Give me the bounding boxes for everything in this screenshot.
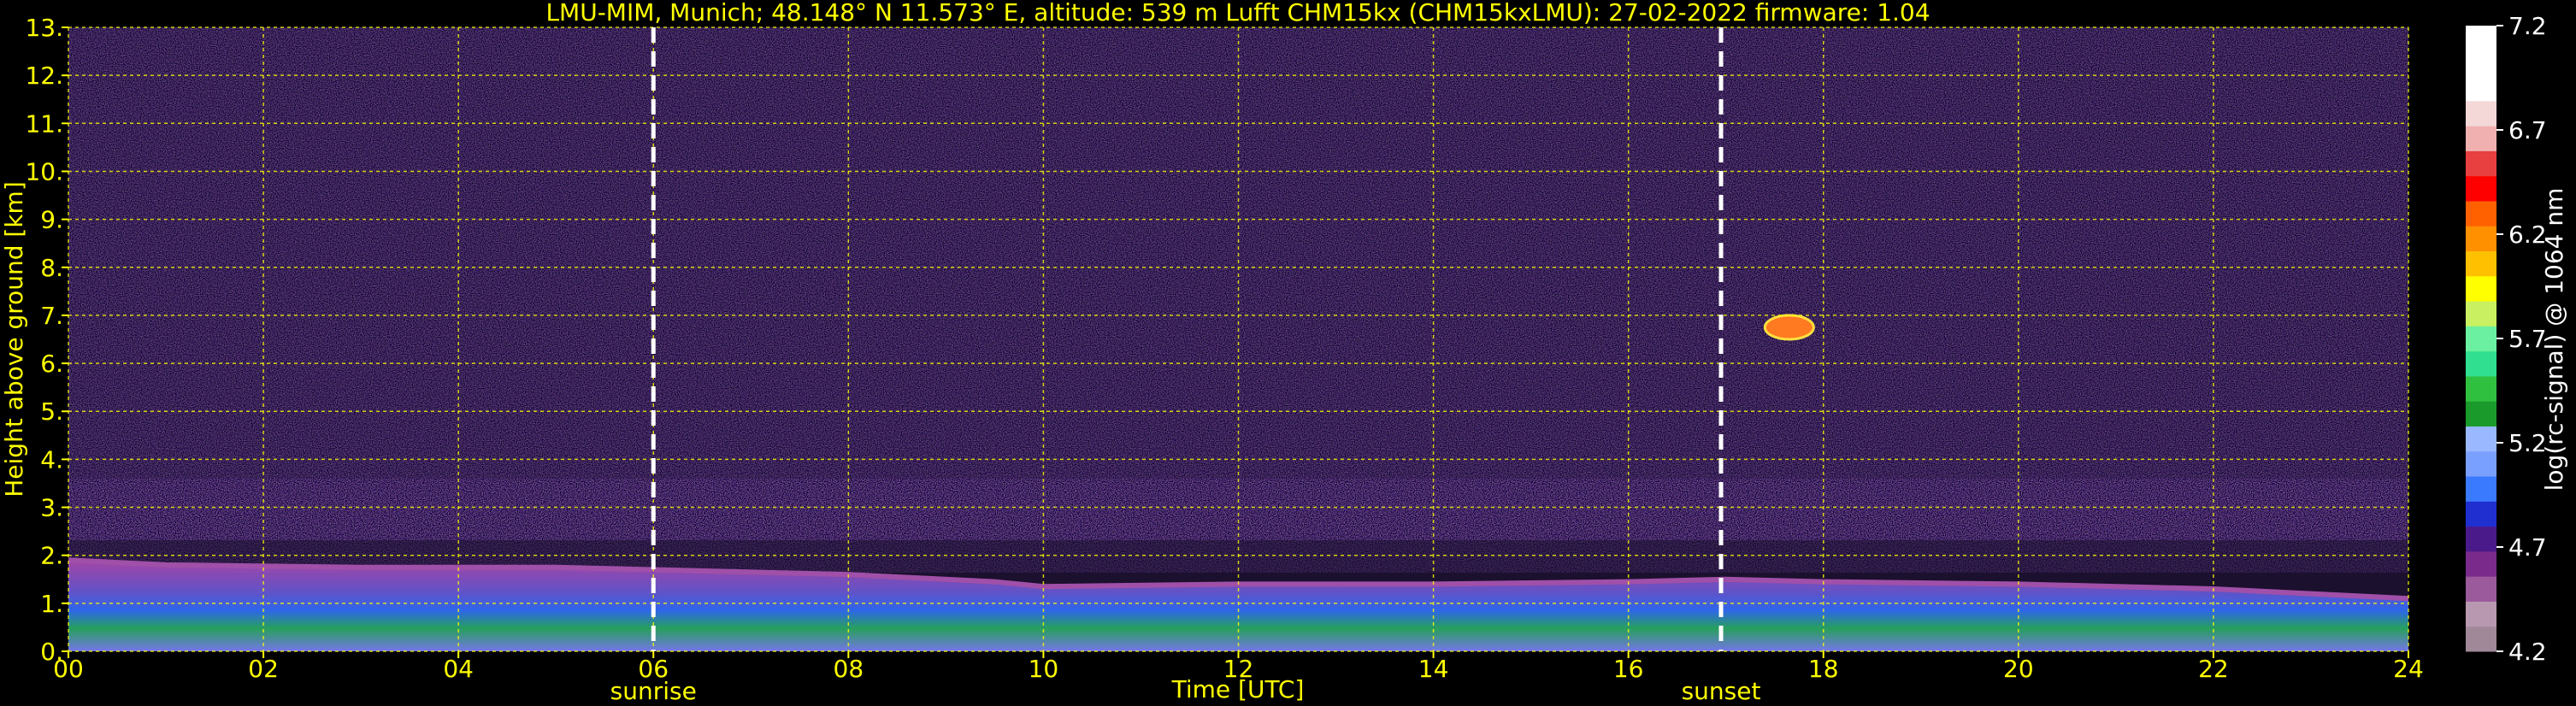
- lidar-ceilometer-plot: sunrise sunset 00 02 04 06 08 10 12 14 16 18 20 22 24…: [0, 0, 2568, 705]
- x-tick-label: 16: [1613, 655, 1644, 683]
- colorbar-segment: [2466, 576, 2496, 602]
- colorbar-segment: [2466, 501, 2496, 527]
- colorbar-segment: [2466, 301, 2496, 327]
- colorbar-segment: [2466, 275, 2496, 302]
- y-tick-label: 13.: [25, 14, 63, 42]
- y-axis-label: Height above ground [km]: [0, 181, 28, 497]
- colorbar-segment: [2466, 350, 2496, 377]
- colorbar-segment: [2466, 200, 2496, 227]
- x-tick-label: 08: [834, 655, 864, 683]
- colorbar-segment: [2466, 150, 2496, 177]
- colorbar-tick-label: 6.7: [2508, 116, 2547, 144]
- colorbar-segment: [2466, 26, 2496, 51]
- y-tick-label: 1.: [40, 590, 63, 618]
- x-tick-label: 18: [1808, 655, 1839, 683]
- colorbar-segment: [2466, 476, 2496, 502]
- colorbar-label: log(rc-signal) @ 1064 nm: [2540, 188, 2568, 491]
- x-tick-label: 20: [2003, 655, 2034, 683]
- y-tick-label: 10.: [25, 157, 63, 185]
- colorbar-segment: [2466, 526, 2496, 552]
- colorbar-segment: [2466, 75, 2496, 102]
- colorbar-tick-label: 4.7: [2508, 533, 2547, 562]
- y-tick-label: 4.: [40, 445, 63, 474]
- y-tick-label: 7.: [40, 302, 63, 330]
- colorbar-segment: [2466, 226, 2496, 252]
- colorbar-segment: [2466, 250, 2496, 277]
- y-tick-label: 12.: [25, 62, 63, 90]
- y-tick-label: 9.: [40, 206, 63, 234]
- colorbar-segment: [2466, 601, 2496, 627]
- y-tick-label: 0.: [40, 638, 63, 666]
- colorbar-tick-label: 4.2: [2508, 638, 2547, 666]
- marker-label: sunset: [1682, 677, 1761, 705]
- colorbar-segment: [2466, 401, 2496, 427]
- x-axis-label: Time [UTC]: [1171, 675, 1305, 703]
- colorbar-tick-label: 7.2: [2508, 12, 2547, 40]
- y-tick-label: 11.: [25, 109, 63, 138]
- x-tick-label: 06: [638, 655, 669, 683]
- colorbar-segment: [2466, 375, 2496, 402]
- y-tick-label: 8.: [40, 254, 63, 282]
- colorbar-segment: [2466, 126, 2496, 151]
- y-tick-label: 5.: [40, 397, 63, 426]
- colorbar-segment: [2466, 426, 2496, 452]
- colorbar-segment: [2466, 626, 2496, 652]
- y-tick-label: 3.: [40, 494, 63, 522]
- colorbar-segment: [2466, 450, 2496, 477]
- x-tick-label: 04: [443, 655, 474, 683]
- y-tick-label: 6.: [40, 350, 63, 378]
- colorbar-segment: [2466, 100, 2496, 126]
- y-axis: 0. 1. 2. 3. 4. 5. 6. 7. 8. 9. 10. 11. 12. 13.: [25, 14, 68, 666]
- x-tick-label: 14: [1418, 655, 1449, 683]
- x-tick-label: 10: [1029, 655, 1059, 683]
- x-tick-label: 24: [2393, 655, 2424, 683]
- y-tick-label: 2.: [40, 542, 63, 570]
- colorbar-segment: [2466, 326, 2496, 352]
- colorbar-segment: [2466, 550, 2496, 577]
- colorbar-segment: [2466, 50, 2496, 77]
- x-tick-label: 02: [248, 655, 279, 683]
- cloud-patch: [1763, 314, 1815, 341]
- chart-title: LMU-MIM, Munich; 48.148° N 11.573° E, al…: [545, 0, 1930, 26]
- colorbar-segment: [2466, 175, 2496, 202]
- x-tick-label: 22: [2198, 655, 2229, 683]
- colorbar: 4.24.75.25.76.26.77.2: [2466, 12, 2547, 666]
